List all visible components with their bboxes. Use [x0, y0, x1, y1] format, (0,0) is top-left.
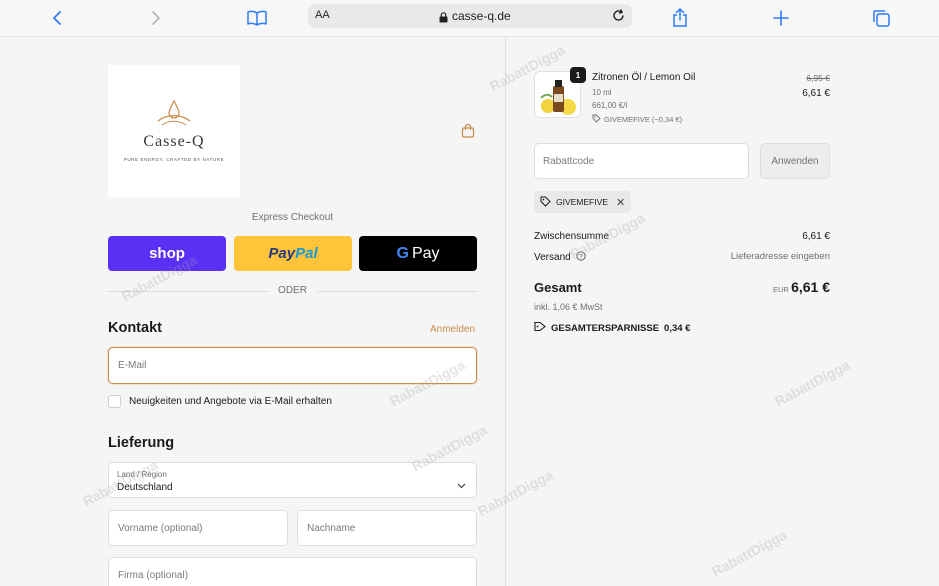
email-input[interactable] [109, 348, 476, 383]
paypal-button[interactable]: Pay Pal [234, 236, 352, 271]
delivery-heading: Lieferung [108, 435, 175, 451]
firstname-input[interactable] [109, 511, 287, 545]
company-field[interactable] [108, 557, 477, 586]
shopping-bag-icon[interactable] [460, 123, 476, 144]
google-pay-button[interactable]: G Pay [359, 236, 477, 271]
forward-chevron-icon[interactable] [143, 5, 169, 31]
tag-icon [540, 196, 551, 209]
product-price: 6,61 € [802, 88, 830, 99]
paypal-label-pal: Pal [295, 245, 318, 262]
total-currency: EUR [773, 285, 789, 294]
tax-note: inkl. 1,06 € MwSt [534, 302, 603, 312]
shipping-value: Lieferadresse eingeben [730, 251, 830, 262]
store-logo[interactable]: Casse-Q PURE ENERGY, CRAFTED BY NATURE [108, 65, 240, 197]
product-discount-label: GIVEMEFIVE (−0,34 €) [604, 115, 683, 124]
shipping-label: Versand [534, 252, 571, 263]
quantity-badge: 1 [570, 67, 586, 83]
checkout-main: Casse-Q PURE ENERGY, CRAFTED BY NATURE E… [0, 37, 505, 586]
product-unit-price: 661,00 €/l [592, 101, 628, 110]
product-discount: GIVEMEFIVE (−0,34 €) [592, 114, 682, 125]
savings-value: 0,34 € [664, 322, 691, 334]
login-link[interactable]: Anmelden [430, 324, 475, 335]
product-size: 10 ml [592, 88, 612, 97]
contact-heading: Kontakt [108, 320, 162, 336]
email-field[interactable] [108, 347, 477, 384]
country-label: Land / Region [117, 470, 167, 479]
apply-discount-button[interactable]: Anwenden [760, 143, 830, 179]
url-domain: casse-q.de [452, 9, 511, 23]
subtotal-label: Zwischensumme [534, 231, 610, 242]
applied-code-label: GIVEMEFIVE [556, 197, 608, 207]
remove-code-close-icon[interactable]: ✕ [616, 196, 625, 209]
tag-icon [534, 321, 546, 335]
subtotal-row: Zwischensumme 6,61 € [534, 231, 830, 242]
shipping-row: Versand ? Lieferadresse eingeben [534, 251, 830, 264]
applied-code-chip: GIVEMEFIVE ✕ [534, 191, 632, 213]
shop-pay-label: shop [149, 245, 185, 262]
lastname-field[interactable] [297, 510, 477, 546]
drop-logo-icon [156, 99, 192, 134]
tag-icon [592, 114, 601, 125]
help-circle-icon[interactable]: ? [576, 251, 587, 264]
total-label: Gesamt [534, 280, 582, 295]
share-icon[interactable] [667, 5, 693, 31]
total-savings: GESAMTERSPARNISSE 0,34 € [534, 321, 690, 335]
brand-tagline: PURE ENERGY, CRAFTED BY NATURE [123, 157, 225, 162]
paypal-label-pay: Pay [268, 245, 296, 262]
shop-pay-button[interactable]: shop [108, 236, 226, 271]
back-chevron-icon[interactable] [44, 5, 70, 31]
discount-code-input[interactable] [535, 144, 748, 178]
new-tab-plus-icon[interactable] [768, 5, 794, 31]
discount-code-field[interactable] [534, 143, 749, 179]
google-g-icon: G [396, 244, 409, 262]
product-old-price: 6,95 € [806, 73, 830, 83]
chevron-down-icon [457, 476, 466, 494]
firstname-field[interactable] [108, 510, 288, 546]
country-select[interactable]: Land / Region Deutschland [108, 462, 477, 498]
country-value: Deutschland [117, 482, 173, 493]
bookmarks-book-icon[interactable] [244, 5, 270, 31]
brand-name: Casse-Q [143, 133, 205, 150]
or-divider: ODER [108, 285, 477, 297]
address-bar[interactable]: AA casse-q.de [308, 4, 632, 28]
browser-toolbar: AA casse-q.de [0, 0, 939, 37]
subtotal-value: 6,61 € [802, 231, 830, 242]
tabs-overview-icon[interactable] [868, 5, 894, 31]
express-checkout-label: Express Checkout [251, 212, 334, 223]
product-name: Zitronen Öl / Lemon Oil [592, 72, 696, 83]
company-input[interactable] [109, 558, 476, 586]
lock-icon [439, 10, 448, 28]
text-size-button[interactable]: AA [315, 9, 330, 21]
reload-icon[interactable] [611, 8, 626, 28]
savings-label: GESAMTERSPARNISSE [551, 322, 660, 334]
newsletter-checkbox[interactable] [108, 395, 121, 408]
lastname-input[interactable] [298, 511, 476, 545]
newsletter-label: Neuigkeiten und Angebote via E-Mail erha… [129, 396, 332, 407]
google-pay-label: Pay [411, 244, 440, 262]
total-value: 6,61 € [791, 279, 830, 295]
order-summary: 1 Zitronen Öl / Lemon Oil 10 ml 661,00 €… [506, 37, 939, 586]
